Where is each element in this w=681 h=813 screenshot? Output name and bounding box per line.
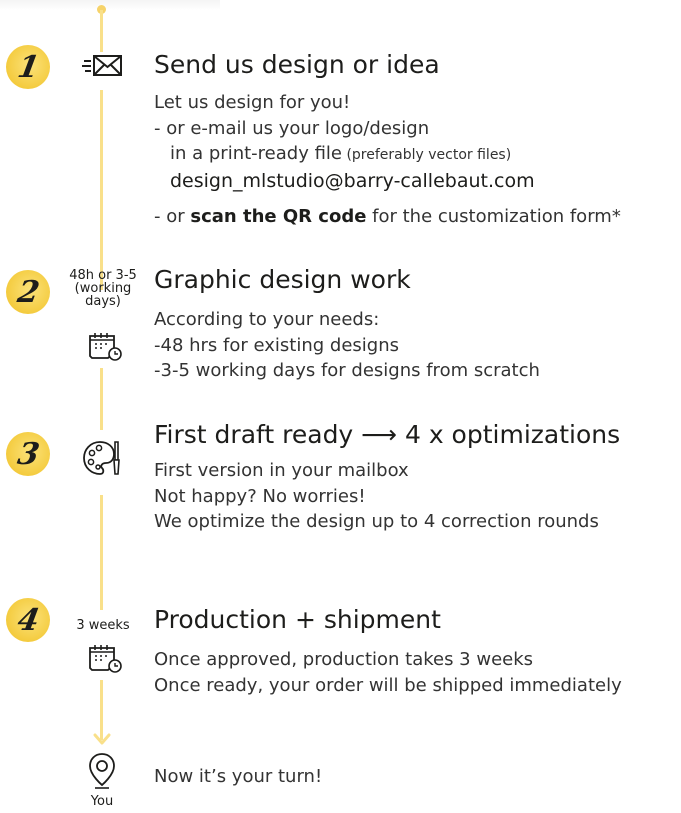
text-line: - or e-mail us your logo/design [154, 117, 430, 139]
step-title: First draft ready ⟶ 4 x optimizations [154, 420, 621, 449]
step-description: First version in your mailbox Not happy?… [154, 458, 599, 535]
duration-line: days) [85, 294, 121, 309]
location-pin-icon [89, 753, 115, 789]
text-line: -3-5 working days for designs from scrat… [154, 360, 540, 381]
timeline-line [100, 495, 103, 610]
text-line: - or scan the QR code for the customizat… [154, 204, 621, 230]
step-number-badge: 3 [6, 432, 50, 476]
text-span: - or [154, 206, 191, 227]
text-line: Let us design for you! [154, 92, 351, 113]
text-line: -48 hrs for existing designs [154, 334, 399, 356]
step-number-badge: 2 [6, 270, 50, 314]
text-line: First version in your mailbox [154, 460, 409, 481]
step-description: Let us design for you! - or e-mail us yo… [154, 90, 621, 230]
text-line: Not happy? No worries! [154, 485, 366, 507]
step-title: Graphic design work [154, 265, 411, 294]
text-span: for the customization form* [366, 206, 621, 227]
email-link[interactable]: design_mlstudio@barry-callebaut.com [154, 169, 621, 195]
text-line: We optimize the design up to 4 correctio… [154, 511, 599, 532]
text-line: in a print-ready file (preferably vector… [154, 141, 621, 169]
duration-label: 48h or 3-5 (working days) [64, 269, 142, 308]
calendar-clock-icon [89, 333, 122, 361]
envelope-icon [82, 55, 122, 76]
text-span: in a print-ready file [170, 143, 342, 164]
top-divider [0, 0, 220, 10]
step-description: Once approved, production takes 3 weeks … [154, 647, 622, 698]
qr-emphasis: scan the QR code [190, 206, 367, 227]
text-line: Once approved, production takes 3 weeks [154, 649, 534, 670]
step-number: 2 [14, 274, 42, 310]
arrow-down-icon [93, 733, 111, 745]
text-note: (preferably vector files) [342, 147, 512, 163]
final-text: Now it’s your turn! [154, 766, 323, 787]
step-title: Production + shipment [154, 605, 441, 634]
step-title: Send us design or idea [154, 50, 440, 79]
step-description: According to your needs: -48 hrs for exi… [154, 307, 540, 384]
step-number: 4 [14, 602, 42, 638]
text-line: Once ready, your order will be shipped i… [154, 674, 622, 696]
timeline-line [100, 90, 103, 290]
palette-icon [83, 441, 120, 475]
pin-label: You [90, 794, 114, 809]
calendar-clock-icon [89, 645, 122, 673]
step-number-badge: 1 [6, 45, 50, 89]
timeline-line [100, 10, 103, 52]
step-number-badge: 4 [6, 598, 50, 642]
duration-label: 3 weeks [76, 618, 130, 633]
step-number: 3 [14, 436, 42, 472]
text-line: According to your needs: [154, 309, 380, 330]
step-number: 1 [14, 49, 42, 85]
timeline-line [100, 368, 103, 430]
